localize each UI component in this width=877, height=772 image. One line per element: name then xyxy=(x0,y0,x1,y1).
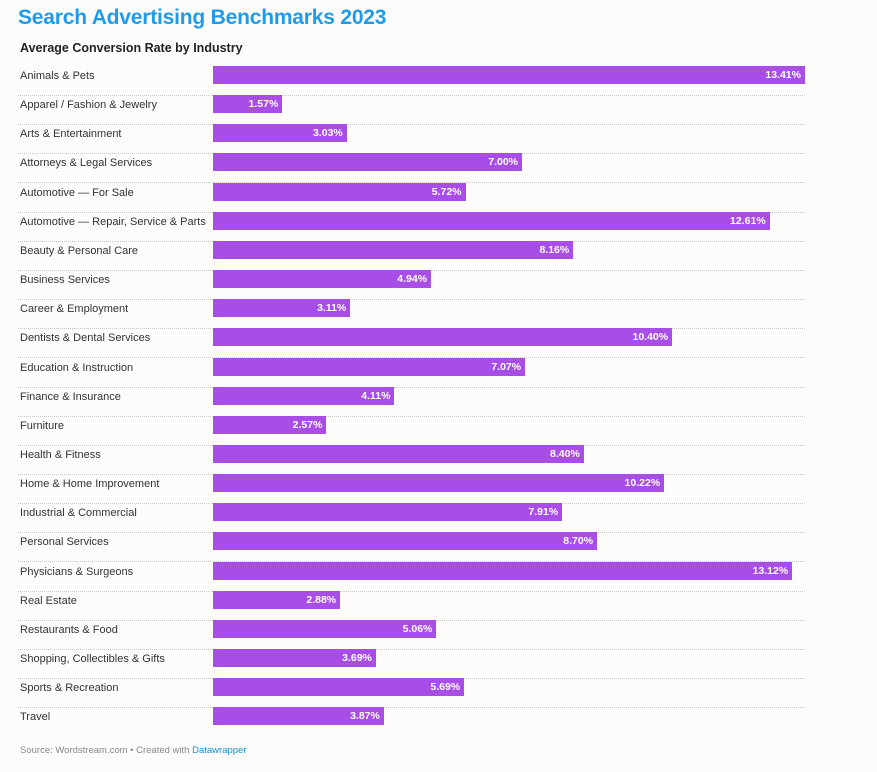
bar-row: Beauty & Personal Care 8.16% xyxy=(18,240,805,271)
value-label: 5.06% xyxy=(402,622,433,635)
value-label: 7.07% xyxy=(491,360,522,373)
category-label: Arts & Entertainment xyxy=(20,128,122,141)
bar: 3.69% xyxy=(213,649,376,667)
bar-row: Animals & Pets 13.41% xyxy=(18,66,805,96)
bar-row: Physicians & Surgeons 13.12% xyxy=(18,561,805,592)
value-label: 13.12% xyxy=(752,564,789,577)
category-label: Travel xyxy=(20,711,51,724)
value-label: 1.57% xyxy=(248,98,279,111)
value-label: 3.69% xyxy=(342,652,372,664)
category-label: Restaurants & Food xyxy=(20,623,118,636)
value-label: 4.94% xyxy=(397,273,428,286)
value-label: 10.40% xyxy=(632,331,669,344)
bar-row: Automotive — Repair, Service & Parts 12.6… xyxy=(18,211,805,242)
value-label: 8.70% xyxy=(563,535,594,548)
category-label: Education & Instruction xyxy=(20,361,134,374)
bar-row: Finance & Insurance 4.11% xyxy=(18,386,805,417)
value-label: 5.72% xyxy=(431,185,462,198)
bar: 5.06% xyxy=(213,619,437,638)
category-label: Shopping, Collectibles & Gifts xyxy=(20,653,165,665)
bar-row: Furniture 2.57% xyxy=(18,415,805,446)
category-label: Physicians & Surgeons xyxy=(20,565,134,578)
category-label: Business Services xyxy=(20,274,110,287)
value-label: 3.11% xyxy=(317,302,347,315)
bar: 3.03% xyxy=(213,124,347,143)
value-label: 4.11% xyxy=(361,389,391,402)
bar-row: Apparel / Fashion & Jewelry 1.57% xyxy=(18,95,805,126)
value-label: 10.22% xyxy=(624,477,661,490)
bar-row: Health & Fitness 8.40% xyxy=(18,444,805,475)
bar: 8.16% xyxy=(213,240,574,259)
bar: 4.94% xyxy=(213,270,432,289)
bar-row: Arts & Entertainment 3.03% xyxy=(18,124,805,155)
value-label: 8.16% xyxy=(539,243,570,256)
bar-row: Restaurants & Food 5.06% xyxy=(18,619,805,650)
bar: 4.11% xyxy=(213,386,395,405)
category-label: Furniture xyxy=(20,419,65,432)
datawrapper-link[interactable]: Datawrapper xyxy=(192,745,246,756)
bar: 5.72% xyxy=(213,182,466,201)
bar: 7.91% xyxy=(213,503,563,522)
value-label: 2.57% xyxy=(292,418,323,431)
bar-row: Travel 3.87% xyxy=(18,707,805,737)
bar: 3.11% xyxy=(213,299,351,318)
bar: 10.22% xyxy=(213,474,665,493)
category-label: Dentists & Dental Services xyxy=(20,332,151,345)
value-label: 12.61% xyxy=(730,214,766,227)
bar: 8.70% xyxy=(213,532,598,551)
category-label: Home & Home Improvement xyxy=(20,478,160,491)
bar-chart: Animals & Pets 13.41% Apparel / Fashion & … xyxy=(0,0,877,772)
bar: 1.57% xyxy=(213,95,283,114)
value-label: 3.87% xyxy=(350,710,380,723)
bar: 2.57% xyxy=(213,415,327,434)
bar-row: Industrial & Commercial 7.91% xyxy=(18,503,805,534)
bar: 12.61% xyxy=(213,211,770,230)
value-label: 2.88% xyxy=(306,593,337,606)
bar: 3.87% xyxy=(213,707,384,726)
value-label: 8.40% xyxy=(550,447,580,460)
category-label: Personal Services xyxy=(20,536,109,549)
bar-row: Sports & Recreation 5.69% xyxy=(18,678,805,709)
bar: 13.12% xyxy=(213,561,793,580)
category-label: Finance & Insurance xyxy=(20,390,121,403)
category-label: Real Estate xyxy=(20,594,77,607)
category-label: Sports & Recreation xyxy=(20,682,119,695)
value-label: 7.00% xyxy=(488,156,519,169)
bar-row: Home & Home Improvement 10.22% xyxy=(18,474,805,505)
bar-row: Career & Employment 3.11% xyxy=(18,299,805,330)
category-label: Health & Fitness xyxy=(20,448,101,461)
value-label: 3.03% xyxy=(312,127,343,140)
bar-row: Real Estate 2.88% xyxy=(18,590,805,621)
bar-row: Shopping, Collectibles & Gifts 3.69% xyxy=(18,649,805,679)
category-label: Animals & Pets xyxy=(20,70,95,82)
bar: 7.07% xyxy=(213,357,526,376)
bar-row: Dentists & Dental Services 10.40% xyxy=(18,328,805,359)
category-label: Career & Employment xyxy=(20,303,129,316)
chart-footer: Source: Wordstream.com • Created with Da… xyxy=(20,745,247,756)
category-label: Automotive — Repair, Service & Parts xyxy=(20,215,206,228)
category-label: Apparel / Fashion & Jewelry xyxy=(20,99,157,112)
bar: 7.00% xyxy=(213,153,523,172)
category-label: Attorneys & Legal Services xyxy=(20,157,153,170)
category-label: Industrial & Commercial xyxy=(20,507,137,520)
category-label: Beauty & Personal Care xyxy=(20,244,139,257)
bar: 10.40% xyxy=(213,328,673,347)
value-label: 13.41% xyxy=(765,69,801,81)
bar-row: Attorneys & Legal Services 7.00% xyxy=(18,153,805,184)
bar-row: Automotive — For Sale 5.72% xyxy=(18,182,805,213)
bar: 5.69% xyxy=(213,678,465,697)
value-label: 5.69% xyxy=(430,681,461,694)
bar: 13.41% xyxy=(213,66,805,84)
bar-row: Business Services 4.94% xyxy=(18,270,805,301)
source-note: Source: Wordstream.com • Created with xyxy=(20,745,193,756)
category-label: Automotive — For Sale xyxy=(20,186,134,199)
bar: 8.40% xyxy=(213,444,584,463)
bar: 2.88% xyxy=(213,590,341,609)
bar-row: Personal Services 8.70% xyxy=(18,532,805,563)
value-label: 7.91% xyxy=(528,506,559,519)
bar-row: Education & Instruction 7.07% xyxy=(18,357,805,388)
